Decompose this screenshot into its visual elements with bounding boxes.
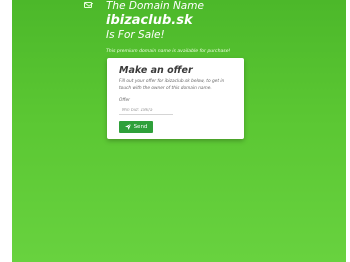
send-button-label: Send — [133, 124, 148, 130]
page-background: The Domain Name ibizaclub.sk Is For Sale… — [12, 0, 346, 262]
domain-name: ibizaclub.sk — [106, 13, 193, 28]
send-button[interactable]: Send — [119, 121, 153, 133]
purchase-note: This premium domain name is available fo… — [106, 49, 231, 54]
offer-card-description: Fill out your offer for ibizaclub.sk bel… — [119, 79, 225, 91]
paper-plane-icon — [124, 124, 131, 130]
offer-card: Make an offer Fill out your offer for ib… — [107, 58, 244, 139]
offer-field-label: Offer — [119, 98, 130, 103]
offer-card-title: Make an offer — [119, 65, 193, 76]
hero-line-1: The Domain Name — [106, 0, 204, 12]
envelope-icon[interactable] — [84, 2, 93, 8]
hero-section: The Domain Name ibizaclub.sk Is For Sale… — [106, 0, 230, 55]
hero-line-2: Is For Sale! — [106, 29, 165, 41]
offer-input[interactable] — [119, 106, 173, 115]
